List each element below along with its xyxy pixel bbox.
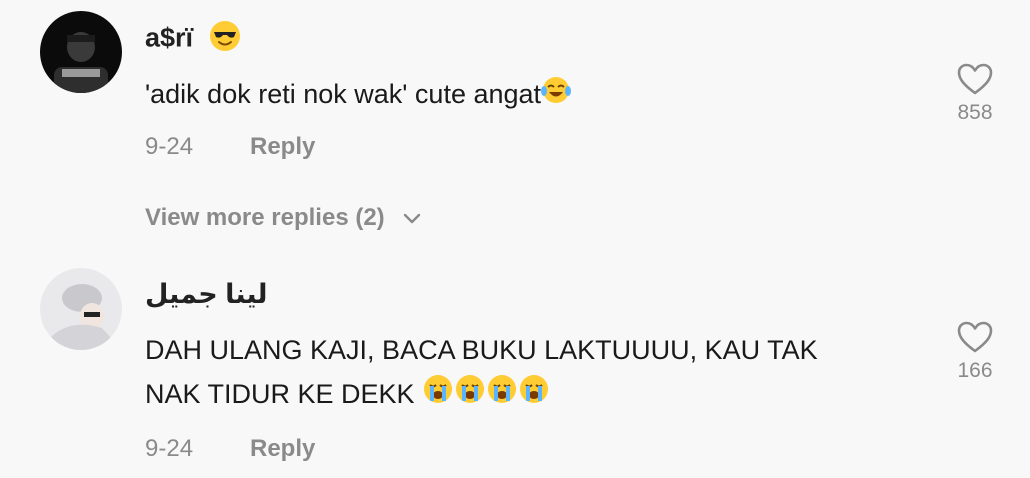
username-text: لينا جميل [145,279,268,309]
loudly-crying-face-icon [422,373,550,418]
comment-text-content: NAK TIDUR KE DEKK [145,379,415,409]
chevron-down-icon [404,213,421,223]
comment-text: DAH ULANG KAJI, BACA BUKU LAKTUUUU, KAU … [145,328,818,418]
like-count: 166 [957,359,993,382]
comment-username[interactable]: a$rï [145,20,241,59]
comment-text-line: DAH ULANG KAJI, BACA BUKU LAKTUUUU, KAU … [145,335,818,365]
username-text: a$rï [145,22,194,53]
smiling-face-with-sunglasses-icon [209,20,241,59]
heart-icon [957,63,993,95]
like-button[interactable]: 166 [940,320,1010,383]
comment-text-content: 'adik dok reti nok wak' cute angat [145,79,542,109]
avatar[interactable] [40,268,122,350]
comment-meta: 9-24 Reply [145,435,315,463]
face-with-tears-of-joy-icon [541,74,572,118]
like-count: 858 [957,101,993,124]
comment-date: 9-24 [145,435,194,462]
comments-panel: a$rï 'adik dok reti nok wak' cute angat … [0,0,1030,478]
comment-text-line-2: NAK TIDUR KE DEKK [145,372,818,418]
heart-icon [957,321,993,353]
comment-username[interactable]: لينا جميل [145,279,268,310]
comment-date: 9-24 [145,133,194,160]
reply-button[interactable]: Reply [250,133,315,161]
like-button[interactable]: 858 [940,62,1010,125]
avatar[interactable] [40,11,122,93]
reply-button[interactable]: Reply [250,435,315,463]
view-more-replies-button[interactable]: View more replies (2) [145,204,421,232]
comment-meta: 9-24 Reply [145,133,315,161]
view-more-label: View more replies (2) [145,204,385,231]
comment-text: 'adik dok reti nok wak' cute angat [145,72,572,118]
